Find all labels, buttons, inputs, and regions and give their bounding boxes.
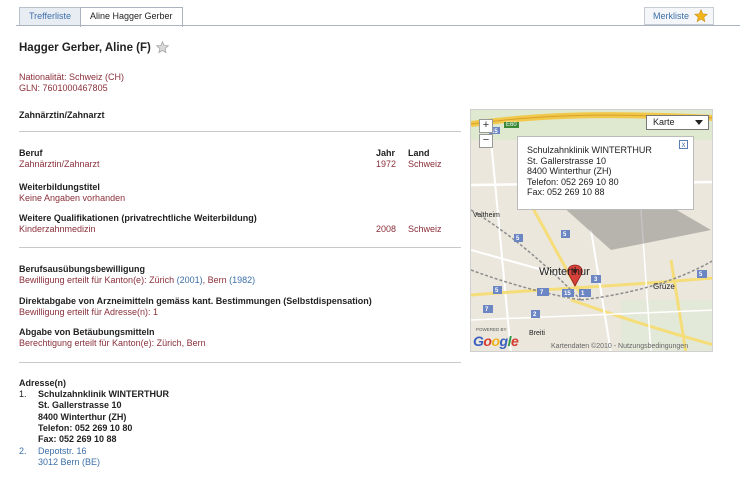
gln-text: GLN: 7601000467805 — [19, 83, 108, 93]
qualifikationen-land: Schweiz — [408, 224, 442, 234]
close-icon[interactable]: x — [679, 140, 688, 149]
qualifikationen-value: Kinderzahnmedizin — [19, 224, 96, 234]
divider — [19, 131, 461, 132]
person-name: Hagger Gerber, Aline (F) — [19, 41, 151, 54]
beruf-header: Beruf — [19, 148, 43, 158]
divider — [19, 362, 461, 363]
address-name: Schulzahnklinik WINTERTHUR — [38, 389, 170, 399]
beruf-jahr: 1972 — [376, 159, 397, 169]
qualifikationen-title: Weitere Qualifikationen (privatrechtlich… — [19, 213, 257, 223]
favorite-star-icon[interactable] — [155, 41, 169, 54]
address-fax: Fax: 052 269 10 88 — [38, 434, 117, 444]
map-panel[interactable]: 15 3 7 15 1 5 5 7 5 5 2 + − Karte x Schu… — [470, 109, 713, 352]
betaeubung-title: Abgabe von Betäubungsmitteln — [19, 327, 155, 337]
divider — [19, 247, 461, 248]
merkliste-label: Merkliste — [652, 11, 689, 21]
bewilligung-year-link[interactable]: (1982) — [229, 275, 255, 285]
bubble-city: 8400 Winterthur (ZH) — [527, 166, 612, 176]
beruf-land: Schweiz — [408, 159, 442, 169]
zoom-out-button[interactable]: − — [479, 134, 493, 148]
map-label-breiti: Breiti — [529, 330, 545, 337]
profession-heading: Zahnärztin/Zahnarzt — [19, 110, 105, 120]
betaeubung-value: Berechtigung erteilt für Kanton(e): Züri… — [19, 338, 206, 348]
tab-bar: Trefferliste Aline Hagger Gerber Merklis… — [0, 0, 750, 27]
bewilligung-prefix: Bewilligung erteilt für Kanton(e): Züric… — [19, 275, 175, 285]
land-header: Land — [408, 148, 430, 158]
map-info-bubble: x Schulzahnklinik WINTERTHUR St. Gallers… — [517, 136, 694, 210]
address-number: 2. — [19, 446, 27, 456]
bewilligung-value: Bewilligung erteilt für Kanton(e): Züric… — [19, 275, 255, 285]
zoom-controls: + − — [479, 119, 493, 149]
nationality-text: Nationalität: Schweiz (CH) — [19, 72, 125, 82]
map-label-gruze: Grüze — [653, 282, 675, 291]
zoom-in-button[interactable]: + — [479, 119, 493, 133]
jahr-header: Jahr — [376, 148, 396, 158]
address-street: St. Gallerstrasse 10 — [38, 400, 122, 410]
bubble-street: St. Gallerstrasse 10 — [527, 155, 607, 166]
map-label-winterthur: Winterthur — [539, 266, 590, 278]
weiterbildung-title: Weiterbildungstitel — [19, 182, 100, 192]
tab-aline-hagger-gerber[interactable]: Aline Hagger Gerber — [80, 7, 183, 27]
adressen-title: Adresse(n) — [19, 378, 67, 388]
direktabgabe-title: Direktabgabe von Arzneimitteln gemäss ka… — [19, 296, 372, 306]
tab-divider — [16, 25, 740, 26]
address-city: 8400 Winterthur (ZH) — [38, 412, 127, 422]
direktabgabe-value: Bewilligung erteilt für Adresse(n): 1 — [19, 307, 159, 317]
star-icon — [694, 9, 708, 23]
map-type-label: Karte — [653, 117, 675, 127]
dropdown-arrow-icon — [695, 120, 703, 125]
beruf-value: Zahnärztin/Zahnarzt — [19, 159, 100, 169]
map-label-e60: E60 — [504, 122, 519, 128]
bubble-fax: Fax: 052 269 10 88 — [527, 187, 605, 197]
weiterbildung-value: Keine Angaben vorhanden — [19, 193, 126, 203]
page-title: Hagger Gerber, Aline (F) — [19, 41, 169, 54]
bewilligung-title: Berufsausübungsbewilligung — [19, 264, 146, 274]
bubble-name: Schulzahnklinik WINTERTHUR — [527, 145, 652, 155]
address-phone: Telefon: 052 269 10 80 — [38, 423, 133, 433]
bewilligung-year-link[interactable]: (2001) — [177, 275, 203, 285]
map-label-veltheim: Veltheim — [473, 212, 500, 219]
address-street-link[interactable]: Depotstr. 16 — [38, 446, 87, 456]
tab-trefferliste[interactable]: Trefferliste — [19, 7, 82, 26]
bubble-phone: Telefon: 052 269 10 80 — [527, 176, 619, 187]
address-city-link[interactable]: 3012 Bern (BE) — [38, 457, 100, 467]
google-logo[interactable]: Google — [473, 333, 519, 349]
tab-merkliste[interactable]: Merkliste — [643, 7, 714, 25]
address-number: 1. — [19, 389, 27, 399]
qualifikationen-jahr: 2008 — [376, 224, 397, 234]
powered-by-text: POWERED BY — [476, 327, 507, 332]
svg-text:15: 15 — [564, 291, 571, 297]
map-type-select[interactable]: Karte — [646, 115, 709, 130]
map-footer[interactable]: Kartendaten ©2010 - Nutzungsbedingungen — [551, 343, 688, 350]
bewilligung-sep: , Bern — [202, 275, 227, 285]
